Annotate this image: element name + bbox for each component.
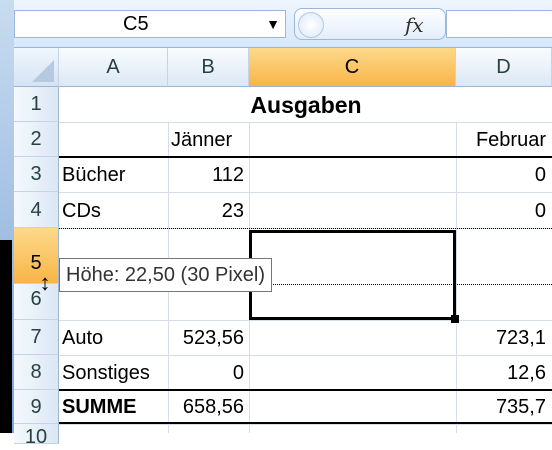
cell-b8[interactable]: 0 — [168, 362, 244, 385]
sheet-title: Ausgaben — [250, 92, 362, 118]
cell-b7[interactable]: 523,56 — [168, 327, 244, 350]
cell-a3[interactable]: Bücher — [62, 164, 125, 187]
grid-line — [59, 320, 552, 321]
row-header-1[interactable]: 1 — [14, 87, 59, 122]
cell-b2[interactable]: Jänner — [171, 129, 232, 152]
border-bottom-row-2 — [59, 156, 552, 158]
formula-bar: C5 ▼ fx — [14, 0, 552, 48]
cell-b9[interactable]: 658,56 — [168, 396, 244, 419]
row-header-3[interactable]: 3 — [14, 157, 59, 192]
resize-row-cursor-icon: ↕ — [39, 270, 51, 295]
cell-b3[interactable]: 112 — [168, 164, 244, 187]
cell-a8[interactable]: Sonstiges — [62, 362, 150, 385]
cell-a4[interactable]: CDs — [62, 200, 101, 223]
cell-d2[interactable]: Februar — [456, 129, 546, 152]
cell-a7[interactable]: Auto — [62, 327, 103, 350]
column-header-b[interactable]: B — [168, 48, 249, 87]
cell-a9[interactable]: SUMME — [62, 396, 136, 419]
cell-d9[interactable]: 735,7 — [456, 396, 546, 419]
grid-line — [59, 122, 552, 123]
select-all-button[interactable] — [14, 48, 59, 87]
grid-line — [59, 355, 552, 356]
grid-line — [59, 192, 552, 193]
border-top-row-9 — [59, 389, 552, 391]
worksheet-grid: A B C D 1 2 3 4 5 6 7 8 9 10 Ausgaben Jä… — [14, 48, 552, 448]
cell-d7[interactable]: 723,1 — [456, 327, 546, 350]
name-box-value: C5 — [123, 13, 149, 35]
formula-bar-toggle-icon[interactable] — [298, 12, 324, 38]
row-header-9[interactable]: 9 — [14, 390, 59, 424]
column-header-a[interactable]: A — [59, 48, 168, 87]
name-box[interactable]: C5 ▼ — [14, 10, 286, 38]
background-strip — [0, 240, 12, 433]
fill-handle[interactable] — [451, 315, 459, 323]
dropdown-arrow-icon[interactable]: ▼ — [263, 11, 283, 37]
selected-cell-c5[interactable] — [249, 230, 456, 320]
column-header-d[interactable]: D — [456, 48, 552, 87]
cell-d4[interactable]: 0 — [456, 200, 546, 223]
insert-function-area: fx — [294, 8, 446, 40]
cell-b4[interactable]: 23 — [168, 200, 244, 223]
row-header-10[interactable]: 10 — [14, 424, 59, 448]
row-height-tooltip: Höhe: 22,50 (30 Pixel) — [59, 258, 273, 292]
border-bottom-row-9 — [59, 422, 552, 424]
cell-d8[interactable]: 12,6 — [456, 362, 546, 385]
cell-d3[interactable]: 0 — [456, 164, 546, 187]
row-header-4[interactable]: 4 — [14, 192, 59, 228]
column-header-c[interactable]: C — [249, 48, 456, 87]
insert-function-button[interactable]: fx — [405, 13, 424, 37]
formula-input[interactable] — [446, 10, 552, 38]
grid-line — [59, 424, 552, 425]
row-header-2[interactable]: 2 — [14, 122, 59, 157]
resize-guide-top — [59, 228, 552, 229]
row-header-7[interactable]: 7 — [14, 320, 59, 355]
row-header-8[interactable]: 8 — [14, 355, 59, 390]
select-all-triangle-icon — [32, 60, 54, 82]
